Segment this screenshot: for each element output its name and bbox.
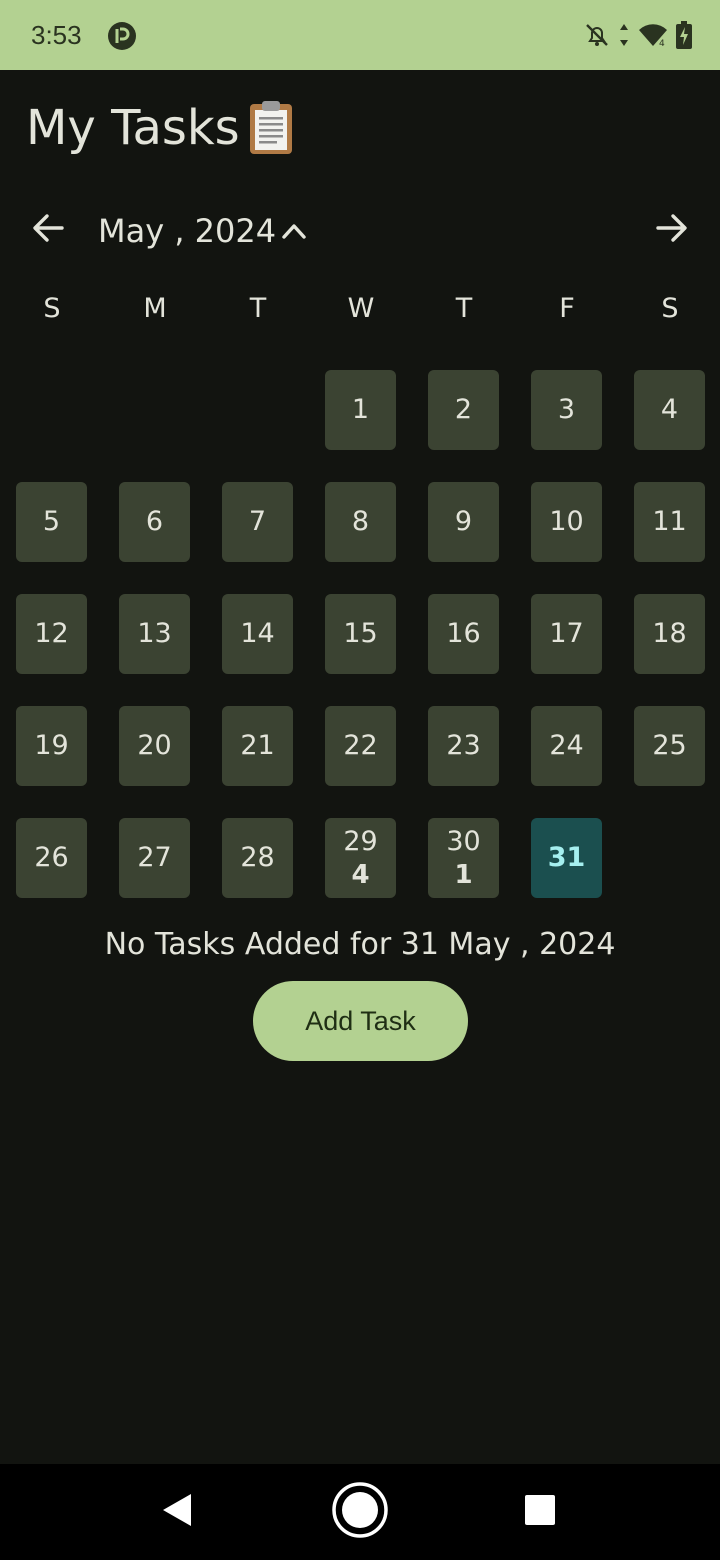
- clipboard-icon: [248, 100, 294, 154]
- day-number: 29: [343, 826, 378, 857]
- day-cell[interactable]: 21: [222, 706, 293, 786]
- day-cell[interactable]: 20: [119, 706, 190, 786]
- day-cell[interactable]: 18: [634, 594, 705, 674]
- day-number: 21: [240, 730, 275, 761]
- day-number: 12: [34, 618, 69, 649]
- day-cell[interactable]: 11: [634, 482, 705, 562]
- day-number: 25: [652, 730, 687, 761]
- weekday-label: F: [559, 293, 575, 324]
- day-cell[interactable]: 1: [325, 370, 396, 450]
- day-number: 10: [549, 506, 584, 537]
- day-number: 8: [351, 506, 370, 537]
- weekday-label: M: [143, 293, 167, 324]
- battery-charging-icon: [676, 21, 692, 49]
- page-title: My Tasks: [26, 96, 294, 160]
- day-number: 14: [240, 618, 275, 649]
- day-cell[interactable]: 28: [222, 818, 293, 898]
- day-cell-selected[interactable]: 31: [531, 818, 602, 898]
- day-cell[interactable]: 9: [428, 482, 499, 562]
- day-cell[interactable]: 23: [428, 706, 499, 786]
- home-circle-icon: [332, 1482, 388, 1542]
- home-button[interactable]: [332, 1482, 388, 1542]
- day-number: 17: [549, 618, 584, 649]
- recents-button[interactable]: [512, 1484, 568, 1540]
- day-number: 5: [42, 506, 61, 537]
- previous-month-button[interactable]: [26, 208, 70, 252]
- day-cell[interactable]: 27: [119, 818, 190, 898]
- no-tasks-message: No Tasks Added for 31 May , 2024: [104, 927, 616, 962]
- day-cell[interactable]: 16: [428, 594, 499, 674]
- arrow-left-icon: [30, 210, 66, 250]
- day-number: 27: [137, 842, 172, 873]
- month-selector[interactable]: May , 2024: [98, 208, 276, 254]
- day-number: 30: [446, 826, 481, 857]
- data-arrows-icon: [618, 22, 630, 48]
- day-cell[interactable]: 30 1: [428, 818, 499, 898]
- arrow-right-icon: [654, 210, 690, 250]
- weekday-label: T: [455, 293, 473, 324]
- day-number: 13: [137, 618, 172, 649]
- status-bar: 3:53 4: [0, 0, 720, 70]
- day-number: 20: [137, 730, 172, 761]
- day-number: 11: [652, 506, 687, 537]
- day-number: 22: [343, 730, 378, 761]
- day-cell[interactable]: 2: [428, 370, 499, 450]
- day-cell[interactable]: 15: [325, 594, 396, 674]
- wifi-icon: 4: [638, 22, 668, 48]
- day-number: 15: [343, 618, 378, 649]
- status-time: 3:53: [31, 20, 82, 50]
- day-number: 1: [351, 394, 370, 425]
- weekday-label: W: [347, 293, 375, 324]
- day-number: 4: [660, 394, 679, 425]
- weekday-label: T: [249, 293, 267, 324]
- day-number: 23: [446, 730, 481, 761]
- day-number: 28: [240, 842, 275, 873]
- day-number: 24: [549, 730, 584, 761]
- system-navigation-bar: [0, 1464, 720, 1560]
- day-cell[interactable]: 19: [16, 706, 87, 786]
- day-number: 2: [454, 394, 473, 425]
- day-cell[interactable]: 26: [16, 818, 87, 898]
- back-triangle-icon: [161, 1492, 195, 1532]
- page-title-text: My Tasks: [26, 100, 240, 156]
- weekday-label: S: [43, 293, 61, 324]
- day-cell[interactable]: 10: [531, 482, 602, 562]
- weekday-label: S: [661, 293, 679, 324]
- day-cell[interactable]: 29 4: [325, 818, 396, 898]
- back-button[interactable]: [150, 1484, 206, 1540]
- notifications-off-icon: [584, 22, 610, 48]
- day-cell[interactable]: 5: [16, 482, 87, 562]
- next-month-button[interactable]: [650, 208, 694, 252]
- chevron-up-icon[interactable]: [280, 217, 308, 245]
- day-number: 7: [248, 506, 267, 537]
- task-count-badge: 4: [351, 860, 370, 890]
- add-task-button[interactable]: Add Task: [253, 981, 468, 1061]
- day-cell[interactable]: 12: [16, 594, 87, 674]
- day-number: 6: [145, 506, 164, 537]
- day-cell[interactable]: 7: [222, 482, 293, 562]
- day-number: 16: [446, 618, 481, 649]
- day-number: 3: [557, 394, 576, 425]
- day-cell[interactable]: 22: [325, 706, 396, 786]
- day-cell[interactable]: 24: [531, 706, 602, 786]
- day-number: 9: [454, 506, 473, 537]
- day-cell[interactable]: 3: [531, 370, 602, 450]
- day-cell[interactable]: 13: [119, 594, 190, 674]
- day-number: 26: [34, 842, 69, 873]
- task-count-badge: 1: [454, 860, 473, 890]
- day-cell[interactable]: 4: [634, 370, 705, 450]
- app-notification-icon: [107, 21, 137, 51]
- day-number: 18: [652, 618, 687, 649]
- day-cell[interactable]: 17: [531, 594, 602, 674]
- day-number: 31: [547, 842, 586, 873]
- recents-square-icon: [524, 1494, 556, 1530]
- day-cell[interactable]: 25: [634, 706, 705, 786]
- svg-text:4: 4: [659, 39, 665, 48]
- status-icons: 4: [584, 20, 692, 50]
- day-cell[interactable]: 14: [222, 594, 293, 674]
- day-cell[interactable]: 8: [325, 482, 396, 562]
- day-cell[interactable]: 6: [119, 482, 190, 562]
- day-number: 19: [34, 730, 69, 761]
